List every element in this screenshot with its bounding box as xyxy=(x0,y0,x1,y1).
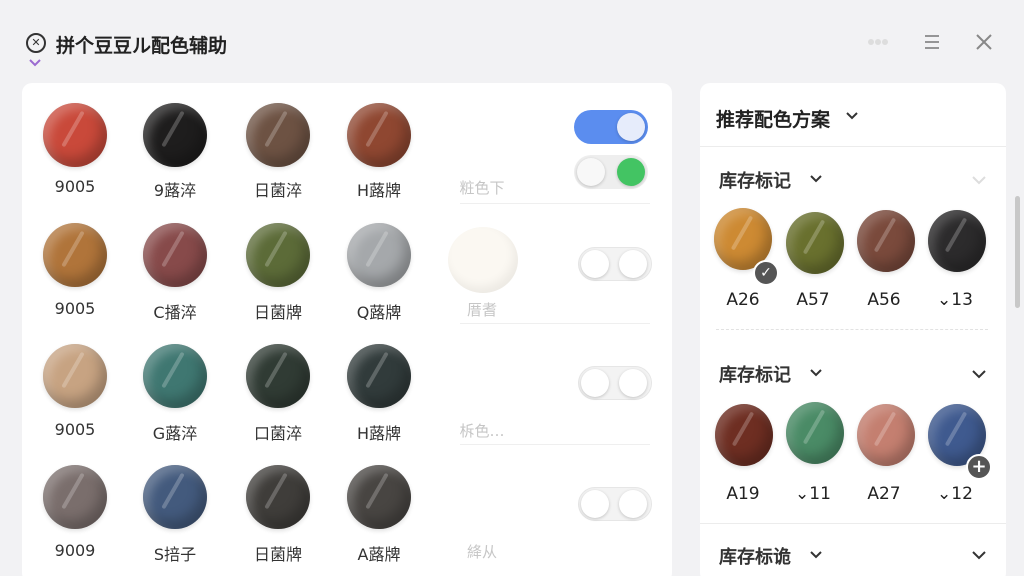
bead-swatch[interactable] xyxy=(43,103,107,167)
bead-swatch[interactable] xyxy=(43,344,107,408)
bead-swatch[interactable] xyxy=(143,465,207,529)
swatch-label: 日菌牌 xyxy=(253,303,302,322)
divider xyxy=(700,146,1006,147)
chevron-down-icon[interactable] xyxy=(971,175,987,185)
bead-logo-icon: ✕ xyxy=(26,33,46,53)
bead-swatch[interactable] xyxy=(43,223,107,287)
bead-swatch[interactable] xyxy=(347,103,411,167)
recommend-bead[interactable] xyxy=(928,210,986,272)
swatch-label: 口菌淬 xyxy=(253,424,302,443)
swatch-label: 日菌淬 xyxy=(253,181,302,200)
bead-label: ⌄13 xyxy=(937,290,973,310)
chevron-down-icon[interactable] xyxy=(971,369,987,379)
divider xyxy=(460,444,650,445)
bead-label: A57 xyxy=(796,290,830,310)
menu-icon[interactable] xyxy=(918,28,946,56)
scrollbar[interactable] xyxy=(1015,196,1020,308)
swatch-label: 日菌牌 xyxy=(253,545,302,564)
bead-label: A27 xyxy=(867,484,901,504)
chevron-down-icon[interactable] xyxy=(971,550,987,560)
swatch-label: H蕗牌 xyxy=(356,181,402,200)
chevron-down-icon[interactable] xyxy=(845,111,859,121)
palette-row: 9005 G蕗淬 口菌淬 H蕗牌 柝色… xyxy=(22,344,672,464)
divider xyxy=(716,329,988,330)
swatch-label: Q蕗牌 xyxy=(356,303,402,322)
bead-swatch[interactable] xyxy=(43,465,107,529)
bead-label: A19 xyxy=(726,484,760,504)
swatch-label: 厝耆 xyxy=(466,301,497,319)
swatch-label: 9蕗淬 xyxy=(153,181,197,200)
bead-swatch[interactable] xyxy=(347,344,411,408)
swatch-label: 柝色… xyxy=(459,422,505,440)
plus-icon[interactable]: + xyxy=(966,454,992,480)
title-bar: ✕ 拼个豆豆ル配色辅助 xyxy=(0,0,1024,80)
divider xyxy=(460,323,650,324)
recommend-bead[interactable] xyxy=(857,210,915,272)
bead-label: ⌄12 xyxy=(937,484,973,504)
more-icon[interactable] xyxy=(864,28,892,56)
toggle-switch[interactable] xyxy=(574,110,648,144)
swatch-label: C播淬 xyxy=(153,303,197,322)
swatch-label: 絳从 xyxy=(466,543,497,561)
chevron-down-icon[interactable] xyxy=(28,58,42,68)
swatch-label: 9005 xyxy=(54,420,96,439)
divider xyxy=(460,203,650,204)
bead-label: ⌄11 xyxy=(795,484,831,504)
bead-label: A56 xyxy=(867,290,901,310)
palette-row: 9005 9蕗淬 日菌淬 H蕗牌 粧色下 xyxy=(22,103,672,223)
palette-row: 9009 S掊子 日菌牌 A蕗牌 絳从 xyxy=(22,465,672,576)
recommend-title[interactable]: 推荐配色方案 xyxy=(716,105,830,132)
palette-row: 9005 C播淬 日菌牌 Q蕗牌 厝耆 xyxy=(22,223,672,343)
toggle-switch[interactable] xyxy=(578,247,652,281)
bead-swatch[interactable] xyxy=(143,344,207,408)
bead-swatch[interactable] xyxy=(347,465,411,529)
chevron-down-icon[interactable] xyxy=(809,550,823,560)
swatch-label: 9005 xyxy=(54,177,96,196)
close-icon[interactable] xyxy=(970,28,998,56)
recommend-bead[interactable] xyxy=(857,404,915,466)
app-title: 拼个豆豆ル配色辅助 xyxy=(56,35,228,57)
bead-label: A26 xyxy=(726,290,760,310)
section-title[interactable]: 库存标记 xyxy=(719,361,791,387)
swatch-label: A蕗牌 xyxy=(357,545,401,564)
swatch-label: 9005 xyxy=(54,299,96,318)
chevron-down-icon[interactable] xyxy=(809,174,823,184)
section-title[interactable]: 库存标记 xyxy=(719,167,791,193)
bead-swatch[interactable] xyxy=(143,103,207,167)
toggle-switch[interactable] xyxy=(574,155,648,189)
toggle-switch[interactable] xyxy=(578,366,652,400)
recommend-bead[interactable] xyxy=(786,212,844,274)
swatch-label: S掊子 xyxy=(153,545,197,564)
bead-swatch[interactable] xyxy=(246,223,310,287)
bead-swatch[interactable] xyxy=(246,465,310,529)
palette-panel: 9005 9蕗淬 日菌淬 H蕗牌 粧色下 9005 C播淬 日菌牌 Q蕗牌 厝耆… xyxy=(22,83,672,576)
bead-swatch[interactable] xyxy=(246,103,310,167)
swatch-label: G蕗淬 xyxy=(152,424,198,443)
bead-swatch[interactable] xyxy=(448,227,518,293)
toggle-switch[interactable] xyxy=(578,487,652,521)
check-icon: ✓ xyxy=(753,260,779,286)
bead-swatch[interactable] xyxy=(246,344,310,408)
divider xyxy=(700,523,1006,524)
recommend-bead[interactable] xyxy=(786,402,844,464)
swatch-label: H蕗牌 xyxy=(356,424,402,443)
recommend-bead[interactable] xyxy=(715,404,773,466)
bead-swatch[interactable] xyxy=(143,223,207,287)
section-title[interactable]: 库存标诡 xyxy=(719,543,791,569)
chevron-down-icon[interactable] xyxy=(809,368,823,378)
swatch-label: 粧色下 xyxy=(459,179,505,197)
bead-swatch[interactable] xyxy=(347,223,411,287)
swatch-label: 9009 xyxy=(54,541,96,560)
